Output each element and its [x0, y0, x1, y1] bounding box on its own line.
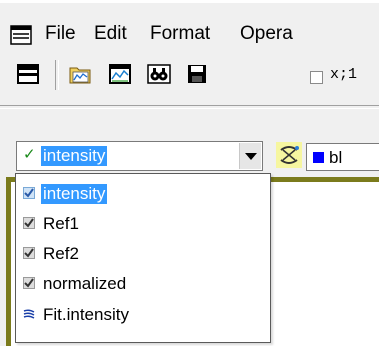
app-window-icon[interactable] [10, 25, 32, 45]
toolbar-divider [0, 105, 379, 109]
menu-edit[interactable]: Edit [94, 21, 127, 47]
color-value: bl [329, 148, 343, 167]
list-item-ref1[interactable]: Ref1 [17, 211, 269, 237]
check-icon: ✓ [23, 146, 36, 163]
list-item-label: Ref2 [43, 244, 79, 263]
xy-checkbox[interactable] [310, 71, 323, 84]
check-icon [23, 247, 35, 259]
chevron-down-icon [245, 153, 257, 160]
list-item-intensity[interactable]: intensity [17, 181, 269, 207]
line-check-icon [23, 187, 35, 199]
graph-window-icon[interactable] [108, 62, 132, 86]
color-swatch [313, 152, 324, 163]
list-item-ref2[interactable]: Ref2 [17, 241, 269, 267]
menu-operations[interactable]: Opera [240, 21, 293, 47]
list-item-label: normalized [43, 274, 127, 293]
list-item-normalized[interactable]: normalized [17, 271, 269, 297]
dropdown-button[interactable] [239, 143, 261, 169]
link-layers-icon[interactable] [276, 142, 302, 168]
toolbar-separator [55, 60, 59, 90]
open-data-folder-icon[interactable] [68, 62, 92, 86]
layer-combo[interactable]: ✓ intensity [16, 141, 263, 171]
menu-file[interactable]: File [45, 21, 76, 47]
menu-bar: File Edit Format Opera [0, 3, 379, 53]
list-item-label: Ref1 [43, 214, 79, 233]
color-selector[interactable]: bl [306, 143, 379, 171]
layer-combo-value: intensity [41, 146, 108, 166]
check-icon [23, 277, 35, 289]
save-disk-icon[interactable] [185, 62, 209, 86]
list-item-label: intensity [41, 184, 108, 204]
menu-format[interactable]: Format [150, 21, 210, 47]
list-item-fit-intensity[interactable]: Fit.intensity [17, 302, 269, 328]
xy-label: x;1 [330, 66, 358, 83]
list-item-label: Fit.intensity [43, 305, 129, 324]
fit-curve-icon [23, 309, 35, 319]
window-layout-icon[interactable] [16, 62, 40, 86]
binoculars-icon[interactable] [147, 62, 171, 86]
layer-dropdown-list: intensity Ref1 Ref2 normalized Fit.inten… [15, 173, 271, 343]
check-icon [23, 217, 35, 229]
